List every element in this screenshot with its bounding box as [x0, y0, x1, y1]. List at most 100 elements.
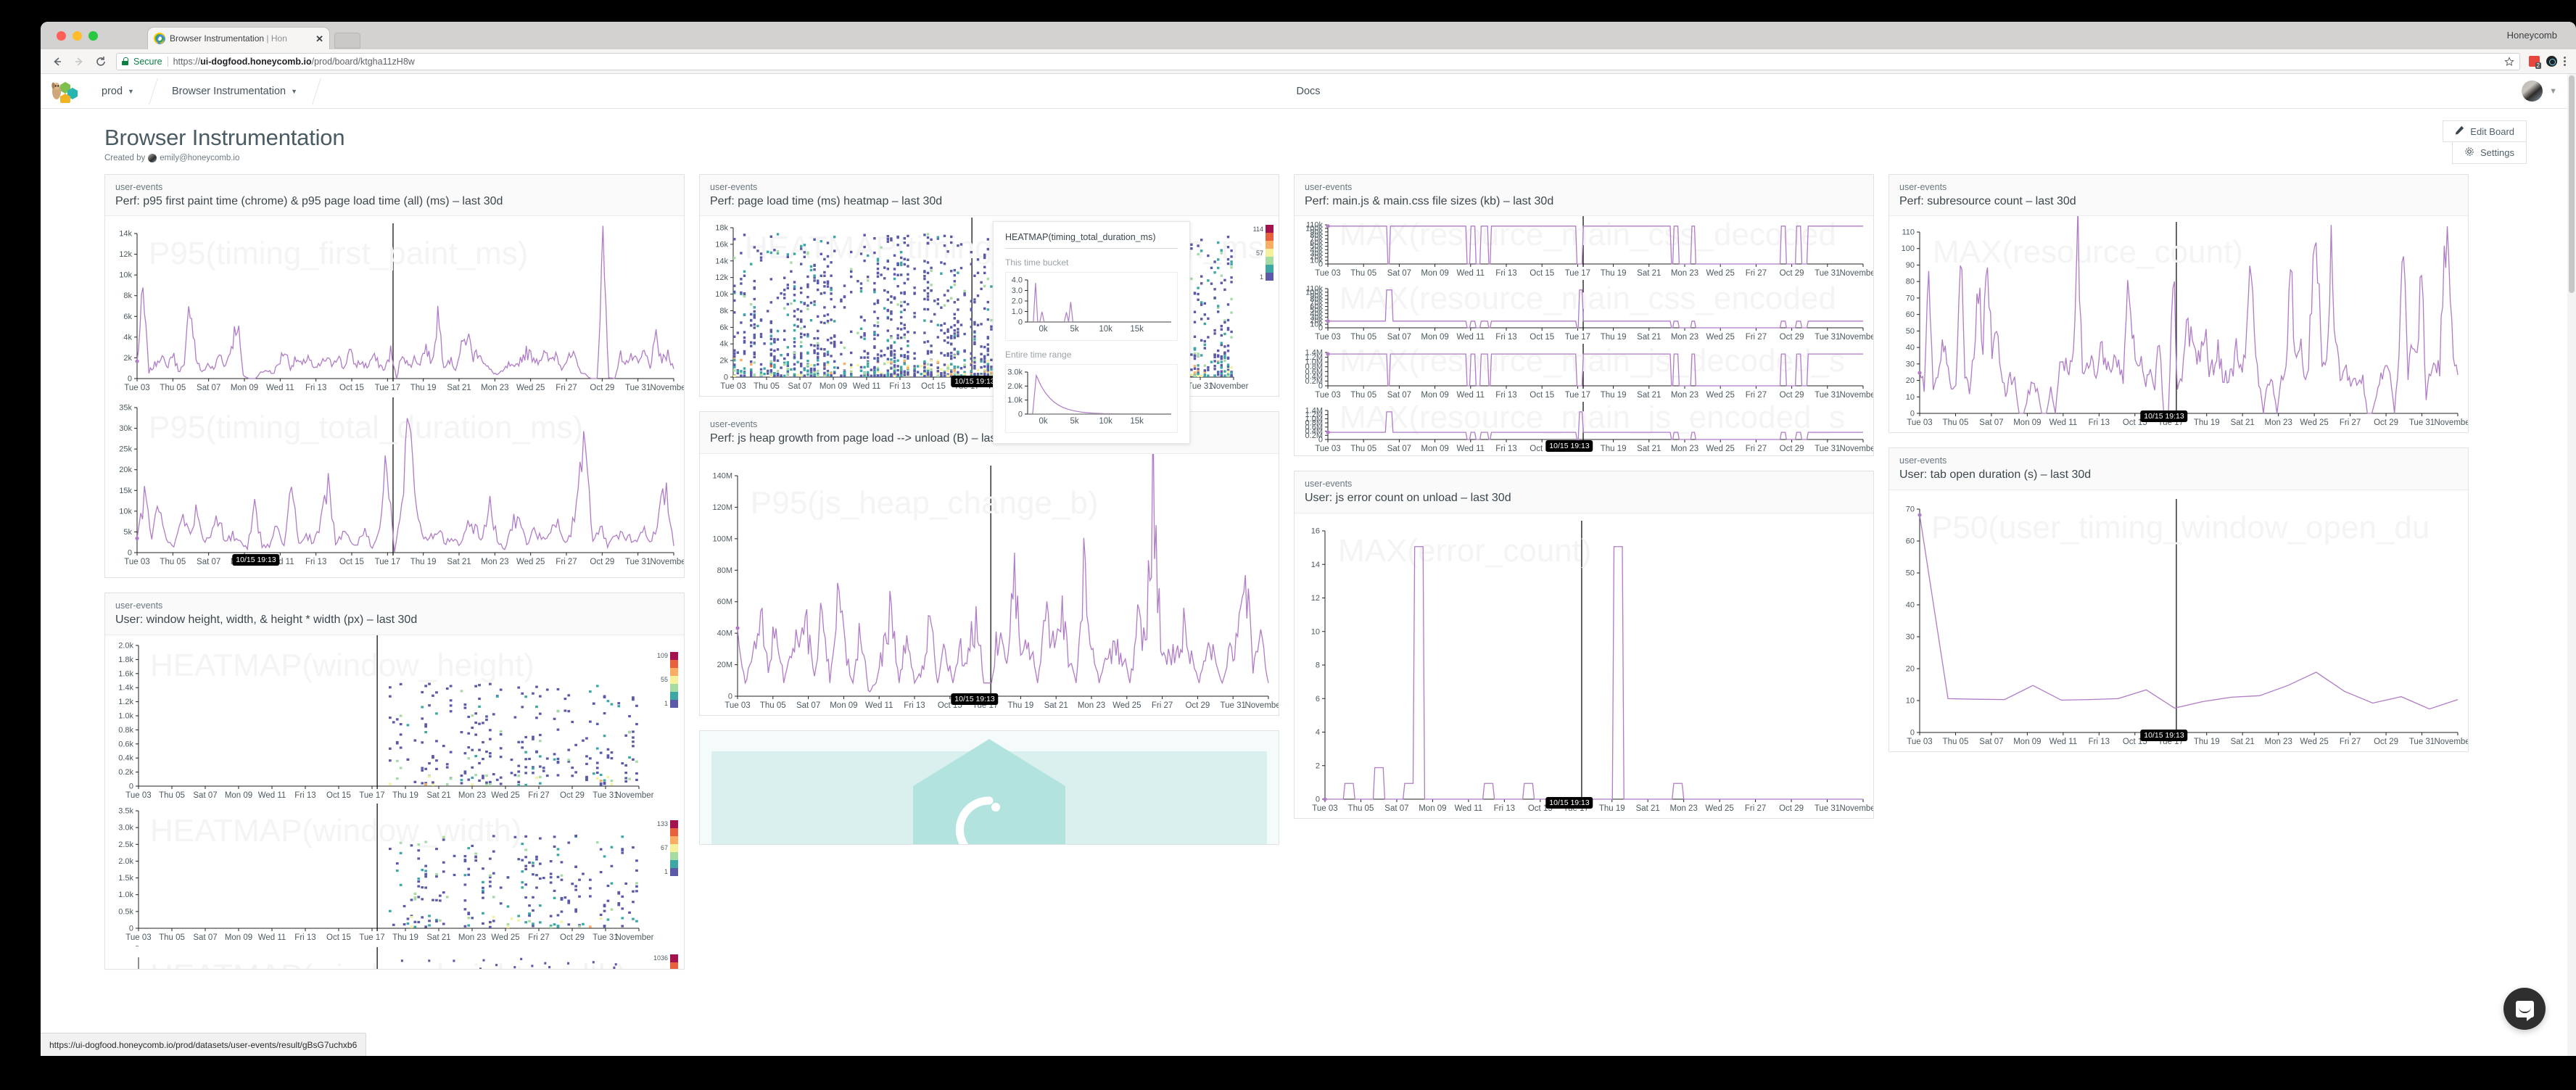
panel-body[interactable]: 0 2k 4k 6k 8k 10k 12k 14k Tue 03 Thu 05 Sat 07 Mon … — [105, 216, 684, 578]
maximize-window-button[interactable] — [88, 31, 98, 41]
legend-swatch — [670, 827, 678, 836]
panel-user-tab-open-duration[interactable]: user-events User: tab open duration (s) … — [1888, 447, 2469, 752]
panel-perf-page-load-heatmap[interactable]: user-events Perf: page load time (ms) he… — [699, 174, 1279, 445]
chart-resource-count[interactable]: 0 10 20 30 40 50 60 70 80 90 100 110 Tue 03 Thu 05 Sat… — [1889, 216, 2468, 432]
svg-text:Mon 09: Mon 09 — [1421, 333, 1448, 342]
nav-item-docs[interactable]: Docs — [1296, 74, 1320, 109]
chart-window-open-duration[interactable]: 0 10 20 30 40 50 60 70 Tue 03 Thu 05 Sat 07 Mon 09 W… — [1889, 490, 2468, 751]
svg-text:60: 60 — [1906, 537, 1915, 545]
svg-text:80: 80 — [1906, 278, 1915, 286]
chart-error-count[interactable]: 0 2 4 6 8 10 12 14 16 Tue 03 Thu 05 Sat 07 Mon 09 Wed… — [1295, 513, 1873, 818]
panel-perf-file-sizes[interactable]: user-events Perf: main.js & main.css fil… — [1294, 174, 1874, 457]
panel-loading-placeholder[interactable] — [699, 730, 1279, 845]
svg-text:Tue 03: Tue 03 — [724, 701, 750, 710]
legend-swatch — [670, 962, 678, 969]
svg-text:Wed 25: Wed 25 — [1112, 701, 1141, 710]
svg-text:5k: 5k — [123, 528, 132, 537]
panel-body[interactable]: 0 2 4 6 8 10 12 14 16 Tue 03 Thu 05 Sat 07 Mon 09 Wed… — [1295, 513, 1873, 818]
reload-button[interactable] — [94, 55, 107, 68]
environment-selector[interactable]: prod ▼ — [83, 74, 153, 108]
legend-swatch — [1266, 273, 1273, 281]
scrollbar-thumb[interactable] — [2569, 75, 2575, 293]
forward-button[interactable] — [73, 55, 86, 68]
chart-first-paint-ms[interactable]: 0 2k 4k 6k 8k 10k 12k 14k Tue 03 Thu 05 Sat 07 Mon … — [105, 216, 684, 397]
react-devtools-icon[interactable] — [2546, 56, 2557, 67]
svg-text:Thu 19: Thu 19 — [2194, 738, 2220, 746]
svg-text:Fri 27: Fri 27 — [528, 933, 549, 942]
svg-text:110k: 110k — [1306, 285, 1324, 294]
minimize-window-button[interactable] — [73, 31, 82, 41]
chart-js-heap-change[interactable]: 0 20M 40M 60M 80M 100M 120M 140M Tue 03 Thu 05 Sat… — [700, 453, 1279, 715]
svg-text:Tue 03: Tue 03 — [125, 791, 151, 800]
browser-menu-icon[interactable] — [2564, 57, 2566, 66]
svg-text:1.2k: 1.2k — [118, 698, 133, 706]
svg-text:2.0: 2.0 — [1012, 297, 1023, 306]
marker-label: 10/15 19:13 — [232, 554, 280, 566]
marker-label: 10/15 19:13 — [951, 693, 999, 705]
legend-swatch — [670, 667, 678, 676]
svg-text:Fri 27: Fri 27 — [1746, 391, 1767, 400]
chart-heatmap-window-height[interactable]: 0 0.2k 0.4k 0.6k 0.8k 1.0k 1.2k 1.4k 1.6k 1.8k 2.0… — [105, 635, 684, 804]
svg-text:120M: 120M — [712, 503, 732, 511]
avatar[interactable] — [2522, 80, 2543, 102]
app-scrollbar[interactable] — [2567, 74, 2576, 1056]
legend-swatch — [670, 683, 678, 692]
chart-main-css-decoded[interactable]: 010k20k30k40k50k60k70k80k90k100k110kTue … — [1295, 216, 1873, 280]
svg-text:Tue 03: Tue 03 — [1312, 804, 1337, 813]
chart-main-css-encoded[interactable]: 010k20k30k40k50k60k70k80k90k100k110kTue … — [1295, 280, 1873, 344]
honeycomb-logo-icon[interactable] — [41, 74, 83, 108]
bookmark-star-icon[interactable] — [2504, 56, 2514, 67]
panel-body[interactable]: 0 0.2k 0.4k 0.6k 0.8k 1.0k 1.2k 1.4k 1.6k 1.8k 2.0… — [105, 635, 684, 969]
panel-body[interactable]: 0 10k 20k 30k 40k 50k 60k 70k 80k 90k 100k 110k Tue … — [1295, 216, 1873, 456]
svg-text:0.5k: 0.5k — [118, 907, 133, 916]
settings-button[interactable]: Settings — [2452, 141, 2527, 164]
svg-text:Oct 15: Oct 15 — [326, 791, 351, 800]
extension-badge-icon[interactable] — [2529, 56, 2541, 69]
lock-icon — [122, 57, 128, 65]
panel-body[interactable]: 0 10 20 30 40 50 60 70 Tue 03 Thu 05 Sat 07 Mon 09 W… — [1889, 490, 2468, 751]
legend-swatch — [670, 954, 678, 962]
svg-text:Oct 29: Oct 29 — [1780, 333, 1804, 342]
chart-heatmap-window-width[interactable]: 0 0.5k 1.0k 1.5k 2.0k 2.5k 3.0k 3.5k Tue 03 Thu 0… — [105, 803, 684, 946]
panel-body[interactable]: 0 2k 4k 6k 8k 10k 12k 14k 16k 18k Tue 03 Thu 05 Sat … — [700, 216, 1279, 445]
svg-text:Mon 09: Mon 09 — [1421, 445, 1448, 453]
svg-text:Tue 03: Tue 03 — [1907, 738, 1932, 746]
svg-text:MAX(resource_main_js_decoded_s: MAX(resource_main_js_decoded_s — [1339, 344, 1845, 379]
chart-main-js-decoded[interactable]: 00.2M0.4M0.6M0.8M1.0M1.2M1.4MTue 03 Thu 0… — [1295, 344, 1873, 402]
panel-user-js-errors[interactable]: user-events User: js error count on unlo… — [1294, 471, 1874, 819]
board-selector[interactable]: Browser Instrumentation ▼ — [153, 74, 316, 108]
panel-body[interactable]: 0 10 20 30 40 50 60 70 80 90 100 110 Tue 03 Thu 05 Sat… — [1889, 216, 2468, 433]
svg-text:10k: 10k — [119, 271, 132, 280]
svg-text:Tue 31: Tue 31 — [1815, 269, 1840, 278]
address-bar[interactable]: Secure https://ui-dogfood.honeycomb.io/p… — [116, 52, 2520, 70]
svg-text:Sat 21: Sat 21 — [426, 791, 450, 800]
chart-heatmap-window-height-width[interactable]: 7.0M HEATMAP(window_height_width) — [105, 945, 684, 969]
svg-text:15k: 15k — [1130, 417, 1144, 426]
chart-heatmap-page-load[interactable]: 02k4k6k8k10k12k14k16k18kTue 03 Thu 05 Sat … — [700, 216, 1279, 396]
panel-header: user-events User: window height, width, … — [105, 593, 684, 635]
panel-perf-first-paint[interactable]: user-events Perf: p95 first paint time (… — [104, 174, 685, 579]
panel-body[interactable]: 0 20M 40M 60M 80M 100M 120M 140M Tue 03 Thu 05 Sat… — [700, 453, 1279, 715]
panel-perf-js-heap[interactable]: user-events Perf: js heap growth from pa… — [699, 411, 1279, 716]
close-window-button[interactable] — [57, 31, 66, 41]
chevron-down-icon: ▼ — [291, 87, 298, 95]
new-tab-button[interactable] — [334, 33, 360, 49]
edit-board-label: Edit Board — [2470, 125, 2514, 137]
edit-board-button[interactable]: Edit Board — [2443, 120, 2527, 142]
svg-text:Oct 29: Oct 29 — [590, 384, 614, 392]
svg-text:Tue 03: Tue 03 — [124, 384, 149, 392]
close-tab-icon[interactable]: ✕ — [315, 34, 323, 44]
panel-user-window-size[interactable]: user-events User: window height, width, … — [104, 593, 685, 970]
browser-tab[interactable]: Browser Instrumentation | Hon ✕ — [148, 28, 329, 49]
panel-perf-subresource-count[interactable]: user-events Perf: subresource count – la… — [1888, 174, 2469, 434]
svg-text:Sat 07: Sat 07 — [796, 701, 820, 710]
svg-text:Fri 27: Fri 27 — [1746, 445, 1767, 453]
svg-text:Fri 13: Fri 13 — [2089, 418, 2110, 427]
intercom-chat-button[interactable] — [2503, 988, 2546, 1030]
chart-total-duration-ms[interactable]: 0 5k 10k 15k 20k 25k 30k 35k Tue 03 Thu 05 Sat 07 M… — [105, 397, 684, 571]
legend-max: 133 — [656, 820, 668, 828]
panel-dataset-label: user-events — [710, 182, 758, 192]
svg-text:Fri 13: Fri 13 — [1495, 445, 1516, 453]
back-button[interactable] — [51, 55, 64, 68]
svg-text:Thu 19: Thu 19 — [1601, 333, 1627, 342]
